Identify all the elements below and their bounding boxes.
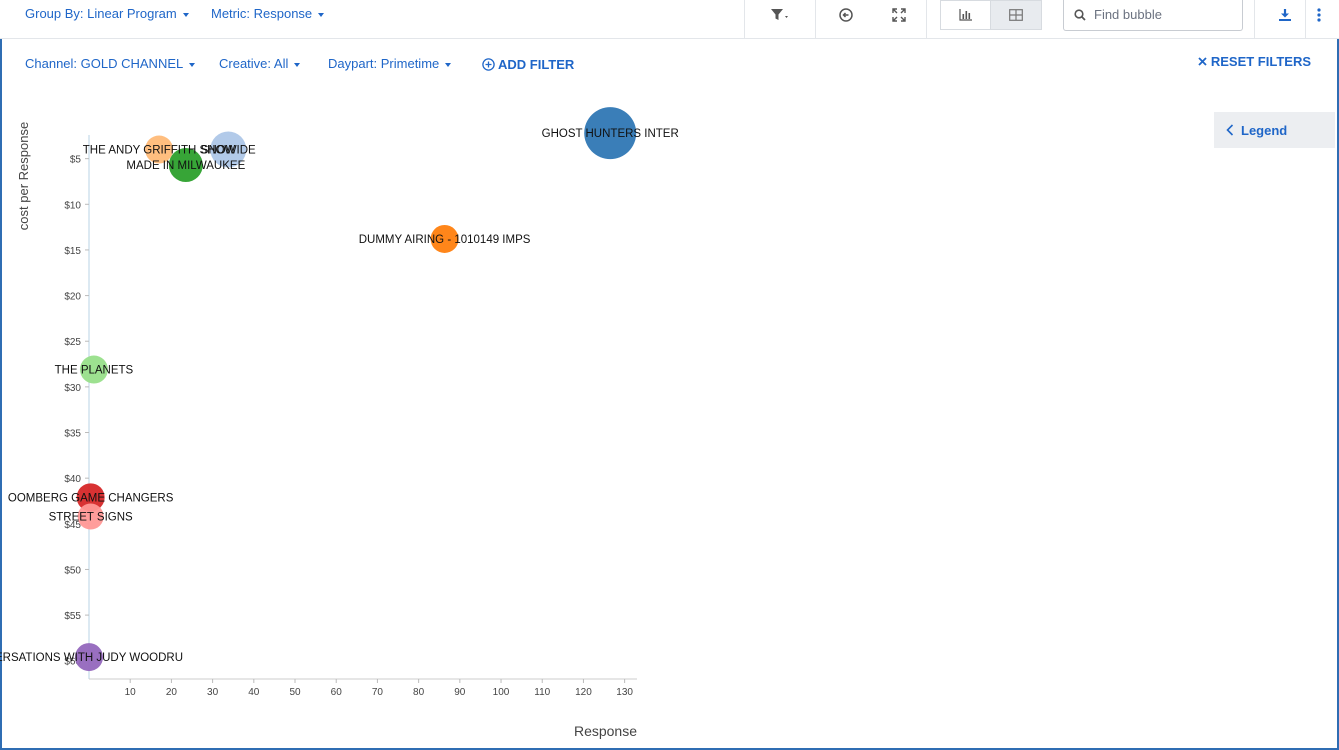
chart-view-button[interactable] (940, 0, 992, 30)
bubble-label: STREET SIGNS (49, 512, 133, 524)
bubble-label: ERSATIONS WITH JUDY WOODRU (0, 652, 183, 664)
reset-zoom-icon[interactable] (829, 4, 863, 26)
chevron-down-icon (318, 12, 325, 17)
toolbar-divider (744, 0, 745, 38)
x-axis-label: Response (574, 723, 637, 739)
x-tick-label: 100 (493, 687, 510, 698)
creative-filter-label: Creative: All (219, 56, 289, 71)
chevron-left-icon (1226, 124, 1234, 136)
metric-dropdown[interactable]: Metric: Response (211, 6, 325, 21)
filter-icon[interactable] (763, 4, 797, 26)
search-icon (1074, 9, 1086, 21)
y-tick-label: $5 (70, 155, 82, 166)
more-vertical-icon[interactable] (1305, 4, 1333, 26)
x-tick-label: 30 (207, 687, 219, 698)
toolbar-divider (1254, 0, 1255, 38)
chevron-down-icon (182, 12, 189, 17)
x-tick-label: 80 (413, 687, 425, 698)
creative-filter[interactable]: Creative: All (219, 56, 301, 71)
legend-label: Legend (1241, 123, 1288, 138)
channel-filter[interactable]: Channel: GOLD CHANNEL (25, 56, 196, 71)
bubble-label: MADE IN MILWAUKEE (126, 160, 245, 172)
add-filter-button[interactable]: ADD FILTER (482, 57, 574, 72)
table-view-button[interactable] (990, 0, 1042, 30)
y-tick-label: $10 (64, 200, 81, 211)
daypart-filter[interactable]: Daypart: Primetime (328, 56, 452, 71)
metric-label: Metric: Response (211, 6, 313, 21)
search-input[interactable]: Find bubble (1063, 0, 1243, 31)
plus-circle-icon (482, 58, 495, 71)
daypart-filter-label: Daypart: Primetime (328, 56, 440, 71)
y-tick-label: $25 (64, 337, 81, 348)
chevron-down-icon (445, 62, 452, 67)
bubble-label: DUMMY AIRING - 1010149 IMPS (359, 234, 531, 246)
y-tick-label: $20 (64, 292, 81, 303)
x-tick-label: 60 (331, 687, 343, 698)
x-tick-label: 50 (289, 687, 301, 698)
x-tick-label: 70 (372, 687, 384, 698)
x-tick-label: 90 (454, 687, 466, 698)
search-placeholder: Find bubble (1094, 7, 1162, 22)
chevron-down-icon (294, 62, 301, 67)
bubble-chart: $5$10$15$20$25$30$35$40$45$50$55$6010 20 3… (0, 107, 679, 739)
bubble-label: GHOST HUNTERS INTER (542, 128, 679, 140)
table-icon (1009, 9, 1023, 21)
y-tick-label: $15 (64, 246, 81, 257)
y-tick-label: $35 (64, 429, 81, 440)
x-tick-label: 130 (616, 687, 633, 698)
download-icon[interactable] (1268, 4, 1302, 26)
reset-filters-button[interactable]: RESET FILTERS (1198, 54, 1311, 69)
legend-toggle[interactable]: Legend (1214, 112, 1335, 148)
top-toolbar: Group By: Linear Program Metric: Respons… (0, 0, 1339, 39)
group-by-label: Group By: Linear Program (25, 6, 177, 21)
toolbar-divider (926, 0, 927, 38)
x-tick-label: 20 (166, 687, 178, 698)
y-tick-label: $40 (64, 474, 81, 485)
expand-icon[interactable] (882, 4, 916, 26)
bubble-label: THE PLANETS (55, 365, 134, 377)
x-tick-label: 10 (125, 687, 137, 698)
chevron-down-icon (189, 62, 196, 67)
bubble-label: OOMBERG GAME CHANGERS (8, 492, 174, 504)
bar-chart-icon (959, 9, 972, 21)
add-filter-label: ADD FILTER (498, 57, 575, 72)
close-icon (1198, 57, 1207, 66)
toolbar-divider (815, 0, 816, 38)
x-tick-label: 110 (534, 687, 550, 698)
channel-filter-label: Channel: GOLD CHANNEL (25, 56, 184, 71)
x-tick-label: 40 (248, 687, 260, 698)
y-axis-label: cost per Response (16, 122, 31, 230)
reset-filters-label: RESET FILTERS (1210, 54, 1311, 69)
bubble-label: THE ANDY GRIFFITH SHOW (83, 145, 236, 157)
y-tick-label: $55 (64, 611, 81, 622)
group-by-dropdown[interactable]: Group By: Linear Program (25, 6, 189, 21)
y-tick-label: $50 (64, 565, 81, 576)
y-tick-label: $30 (64, 383, 81, 394)
x-tick-label: 120 (575, 687, 592, 698)
